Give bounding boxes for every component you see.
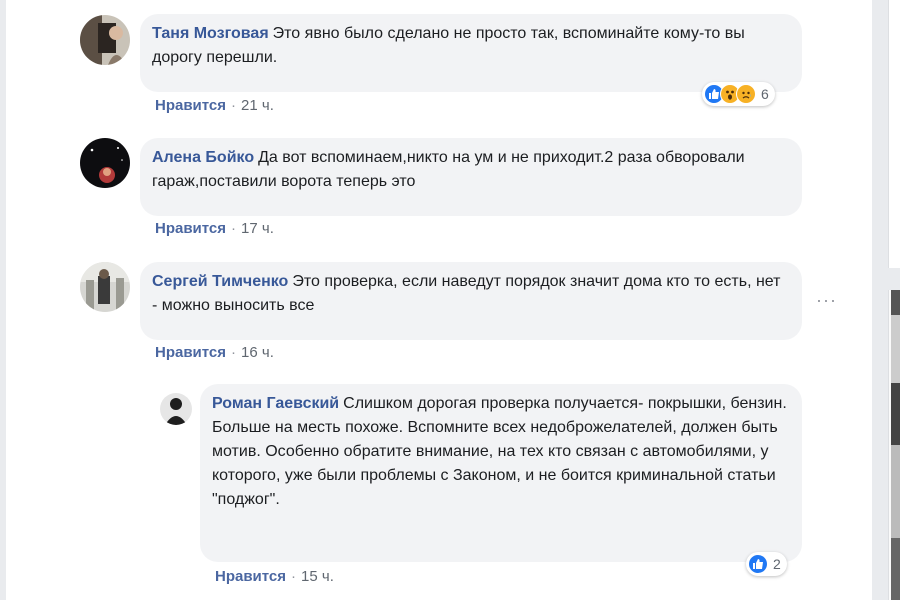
right-sidebar-card	[888, 0, 900, 268]
avatar[interactable]	[80, 15, 130, 65]
avatar[interactable]	[80, 262, 130, 312]
comments-page: Таня Мозговая Это явно было сделано не пр…	[0, 0, 900, 600]
separator-dot: ·	[231, 220, 237, 237]
avatar[interactable]	[80, 138, 130, 188]
separator-dot: ·	[291, 568, 297, 585]
sad-icon	[736, 84, 756, 104]
reaction-count: 2	[773, 556, 781, 572]
comment-bubble: Алена Бойко Да вот вспоминаем,никто на ум…	[140, 138, 802, 216]
reaction-summary[interactable]: 6	[702, 82, 775, 106]
comment-actions: Нравится · 16 ч.	[155, 344, 274, 361]
comment-actions: Нравится · 15 ч.	[215, 568, 334, 585]
like-button[interactable]: Нравится	[155, 97, 226, 114]
timestamp[interactable]: 21 ч.	[241, 97, 274, 114]
comment-actions: Нравится · 17 ч.	[155, 220, 274, 237]
comment-author[interactable]: Сергей Тимченко	[152, 273, 288, 290]
like-button[interactable]: Нравится	[155, 344, 226, 361]
comment-bubble: Таня Мозговая Это явно было сделано не пр…	[140, 14, 802, 92]
comment-actions: Нравится · 21 ч.	[155, 97, 274, 114]
right-sidebar-image-card[interactable]	[888, 290, 900, 600]
reaction-summary[interactable]: 2	[746, 552, 787, 576]
like-button[interactable]: Нравится	[215, 568, 286, 585]
separator-dot: ·	[231, 97, 237, 114]
timestamp[interactable]: 16 ч.	[241, 344, 274, 361]
comment-author[interactable]: Алена Бойко	[152, 149, 254, 166]
comment-author[interactable]: Роман Гаевский	[212, 395, 339, 412]
like-icon	[748, 554, 768, 574]
like-button[interactable]: Нравится	[155, 220, 226, 237]
reaction-count: 6	[761, 86, 769, 102]
comment-bubble: Сергей Тимченко Это проверка, если наведу…	[140, 262, 802, 340]
timestamp[interactable]: 15 ч.	[301, 568, 334, 585]
separator-dot: ·	[231, 344, 237, 361]
more-horizontal-icon[interactable]: ···	[816, 290, 837, 311]
comment-author[interactable]: Таня Мозговая	[152, 25, 269, 42]
reply-bubble: Роман Гаевский Слишком дорогая проверка п…	[200, 384, 802, 562]
avatar[interactable]	[160, 393, 192, 425]
page-edge	[0, 0, 6, 600]
timestamp[interactable]: 17 ч.	[241, 220, 274, 237]
